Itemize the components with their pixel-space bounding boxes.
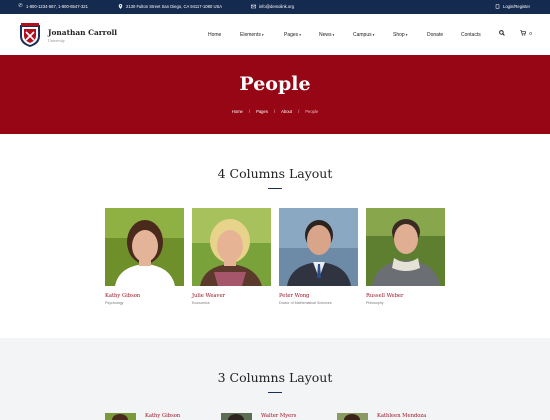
phone-icon: ✆ — [18, 3, 23, 9]
brand-subtitle: University — [48, 38, 65, 43]
nav-campus-label: Campus — [353, 32, 372, 38]
chevron-down-icon: ▾ — [261, 33, 264, 37]
brand-name[interactable]: Jonathan Carroll — [48, 28, 117, 37]
nav-donate-label: Donate — [427, 32, 444, 38]
nav-elements[interactable]: Elements▾ — [240, 32, 264, 38]
top-info-bar: ✆ 1-800-1234-567, 1-800-6547-321 2130 Fu… — [0, 0, 550, 14]
breadcrumb-separator: / — [273, 109, 276, 114]
person-row[interactable]: Walter Myers — [221, 413, 341, 420]
person-name[interactable]: Walter Myers — [261, 413, 296, 419]
person-name[interactable]: Kathy Gibson — [105, 293, 140, 299]
person-row[interactable]: Kathy Gibson — [105, 413, 225, 420]
nav-pages-label: Pages — [284, 32, 299, 38]
mail-icon — [251, 4, 256, 9]
section-title-3-columns: 3 Columns Layout — [217, 370, 333, 385]
cart-count: 0 — [529, 31, 532, 36]
nav-donate[interactable]: Donate — [427, 32, 443, 38]
person-name[interactable]: Peter Wong — [279, 293, 309, 299]
topbar-phone[interactable]: ✆ 1-800-1234-567, 1-800-6547-321 — [18, 3, 88, 10]
person-photo[interactable] — [105, 208, 184, 286]
nav-contacts-label: Contacts — [461, 32, 481, 38]
person-name[interactable]: Kathy Gibson — [145, 413, 180, 419]
nav-home[interactable]: Home — [208, 32, 221, 38]
chevron-down-icon: ▾ — [332, 33, 335, 37]
section-title-underline — [268, 392, 282, 394]
cart-button[interactable]: 0 — [520, 30, 532, 38]
person-card[interactable]: Kathy Gibson Psychology — [105, 208, 184, 305]
person-photo[interactable] — [366, 208, 445, 286]
topbar-email[interactable]: info@demolink.org — [251, 4, 294, 9]
search-icon — [499, 30, 505, 36]
nav-home-label: Home — [208, 32, 222, 38]
map-pin-icon — [118, 4, 123, 9]
nav-contacts[interactable]: Contacts — [461, 32, 481, 38]
nav-pages[interactable]: Pages▾ — [284, 32, 301, 38]
login-register-text: Login/Register — [503, 4, 531, 9]
breadcrumb-pages[interactable]: Pages — [256, 109, 268, 114]
nav-campus[interactable]: Campus▾ — [353, 32, 374, 38]
three-columns-section: 3 Columns Layout — [0, 338, 550, 420]
person-row[interactable]: Kathleen Mendoza — [337, 413, 467, 420]
cart-icon — [520, 30, 527, 36]
section-title-underline — [268, 188, 282, 190]
chevron-down-icon: ▾ — [405, 33, 408, 37]
university-crest-logo[interactable] — [18, 22, 42, 48]
person-photo[interactable] — [279, 208, 358, 286]
person-card[interactable]: Julie Weaver Economics — [192, 208, 271, 305]
topbar-email-text: info@demolink.org — [259, 4, 294, 9]
person-role: Doctor of Mathematical Sciences — [279, 301, 332, 305]
search-button[interactable] — [499, 30, 505, 38]
nav-shop-label: Shop — [393, 32, 405, 38]
section-title-4-columns: 4 Columns Layout — [217, 166, 333, 181]
person-photo[interactable] — [105, 413, 136, 420]
user-icon — [495, 4, 500, 9]
breadcrumb-about[interactable]: About — [281, 109, 292, 114]
page-hero-banner: People Home / Pages / About / People — [0, 55, 550, 134]
site-header: Jonathan Carroll University Home Element… — [0, 14, 550, 55]
person-name[interactable]: Kathleen Mendoza — [377, 413, 426, 419]
person-photo[interactable] — [221, 413, 252, 420]
chevron-down-icon: ▾ — [372, 33, 375, 37]
person-name[interactable]: Julie Weaver — [192, 293, 225, 299]
person-photo[interactable] — [192, 208, 271, 286]
nav-elements-label: Elements — [240, 32, 261, 38]
person-role: Philosophy — [366, 301, 384, 305]
login-register-link[interactable]: Login/Register — [495, 4, 530, 9]
person-card[interactable]: Russell Weber Philosophy — [366, 208, 445, 305]
person-role: Psychology — [105, 301, 124, 305]
breadcrumb: Home / Pages / About / People — [0, 109, 550, 114]
person-name[interactable]: Russell Weber — [366, 293, 403, 299]
topbar-address: 2130 Fulton Street San Diego, CA 94117-1… — [118, 4, 222, 9]
topbar-phone-text: 1-800-1234-567, 1-800-6547-321 — [26, 4, 88, 9]
breadcrumb-separator: / — [248, 109, 251, 114]
breadcrumb-current: People — [305, 109, 319, 114]
breadcrumb-home[interactable]: Home — [232, 109, 243, 114]
nav-news[interactable]: News▾ — [319, 32, 334, 38]
person-photo[interactable] — [337, 413, 368, 420]
breadcrumb-separator: / — [298, 109, 300, 114]
nav-shop[interactable]: Shop▾ — [393, 32, 407, 38]
topbar-address-text: 2130 Fulton Street San Diego, CA 94117-1… — [126, 4, 223, 9]
nav-news-label: News — [319, 32, 332, 38]
person-role: Economics — [192, 301, 210, 305]
chevron-down-icon: ▾ — [299, 33, 301, 37]
person-card[interactable]: Peter Wong Doctor of Mathematical Scienc… — [279, 208, 358, 305]
page-title: People — [239, 73, 311, 95]
